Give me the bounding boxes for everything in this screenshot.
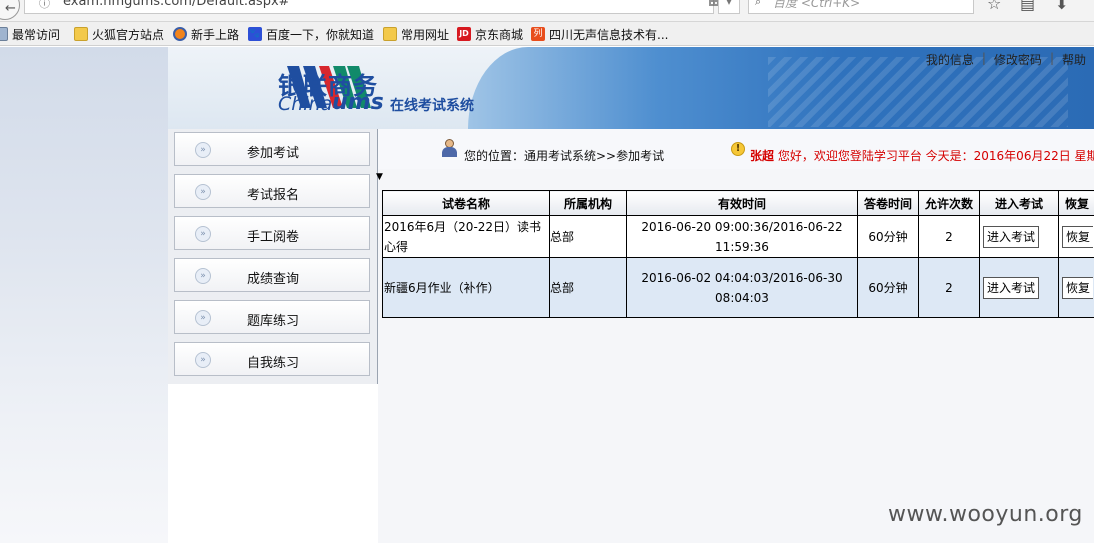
- jd-icon: JD: [457, 27, 471, 41]
- col-header-duration: 答卷时间: [857, 190, 919, 216]
- cell-restore: 恢复: [1058, 215, 1094, 258]
- col-header-valid-time: 有效时间: [626, 190, 858, 216]
- search-icon: ⌕: [755, 0, 762, 8]
- sidebar-item-label: 考试报名: [246, 188, 299, 203]
- enter-exam-button[interactable]: 进入考试: [983, 225, 1040, 248]
- sidebar-item-exam-registration[interactable]: » 考试报名: [174, 174, 370, 208]
- restore-button[interactable]: 恢复: [1062, 225, 1094, 248]
- user-icon: [441, 139, 457, 157]
- cell-valid-time: 2016-06-02 04:04:03/2016-06-30 08:04:03: [626, 257, 858, 318]
- cell-attempts: 2: [918, 257, 980, 318]
- col-header-restore: 恢复: [1058, 190, 1094, 216]
- cell-org: 总部: [549, 257, 627, 318]
- link-change-password[interactable]: 修改密码: [986, 51, 1050, 68]
- download-icon[interactable]: ⬇: [1055, 0, 1068, 13]
- cell-org: 总部: [549, 215, 627, 258]
- sidebar-item-label: 手工阅卷: [246, 230, 299, 245]
- reading-list-icon[interactable]: ▤: [1020, 0, 1035, 13]
- restore-button[interactable]: 恢复: [1062, 276, 1094, 299]
- cell-duration: 60分钟: [857, 215, 919, 258]
- cell-enter: 进入考试: [979, 257, 1059, 318]
- breadcrumb: 您的位置：通用考试系统>>参加考试: [464, 149, 665, 163]
- bookmark-sichuan[interactable]: 列 四川无声信息技术有...: [531, 26, 668, 42]
- address-bar[interactable]: ⓘ exam.nmgums.com/Default.aspx#: [24, 0, 721, 14]
- bookmark-baidu[interactable]: 🐾 百度一下，你就知道: [248, 26, 374, 42]
- col-header-attempts: 允许次数: [918, 190, 980, 216]
- sc-icon: 列: [531, 27, 545, 41]
- bookmark-label: 京东商城: [475, 27, 524, 42]
- sidebar-item-label: 参加考试: [246, 146, 299, 161]
- welcome-text: 您好，欢迎您登陆学习平台 今天是：2016年06月22日 星期三: [774, 149, 1094, 163]
- table-row: 新疆6月作业（补作） 总部 2016-06-02 04:04:03/2016-0…: [382, 257, 1094, 318]
- folder-icon: [74, 27, 88, 41]
- sidebar-item-label: 成绩查询: [246, 272, 299, 287]
- url-text: exam.nmgums.com/Default.aspx#: [63, 0, 290, 9]
- bookmark-label: 火狐官方站点: [92, 27, 165, 42]
- bookmark-common-sites[interactable]: 常用网址: [383, 26, 449, 42]
- col-header-org: 所属机构: [549, 190, 627, 216]
- cell-duration: 60分钟: [857, 257, 919, 318]
- welcome-message: 张超 您好，欢迎您登陆学习平台 今天是：2016年06月22日 星期三: [750, 147, 1094, 164]
- bookmark-firefox-site[interactable]: 火狐官方站点: [74, 26, 164, 42]
- most-visited-icon: [0, 27, 8, 41]
- bookmark-label: 最常访问: [12, 27, 61, 42]
- baidu-icon: 🐾: [248, 27, 262, 41]
- sidebar-item-self-practice[interactable]: » 自我练习: [174, 342, 370, 376]
- logo-subtitle: 在线考试系统: [390, 98, 474, 114]
- bookmark-label: 百度一下，你就知道: [266, 27, 375, 42]
- cell-enter: 进入考试: [979, 215, 1059, 258]
- logo-china-text: China: [278, 93, 333, 115]
- search-placeholder: 百度 <Ctrl+K>: [773, 0, 861, 10]
- sidebar-item-score-query[interactable]: » 成绩查询: [174, 258, 370, 292]
- sidebar-menu: » 参加考试 » 考试报名 » 手工阅卷 » 成绩查询 » 题库练习 » 自我练…: [168, 129, 378, 384]
- enter-exam-button[interactable]: 进入考试: [983, 276, 1040, 299]
- notice-icon: !: [731, 142, 745, 156]
- bookmark-label: 四川无声信息技术有...: [549, 27, 669, 42]
- bookmarks-toolbar: 最常访问 火狐官方站点 新手上路 🐾 百度一下，你就知道 常用网址 JD 京东商…: [0, 22, 1094, 46]
- table-row: 2016年6月（20-22日）读书心得 总部 2016-06-20 09:00:…: [382, 215, 1094, 258]
- folder-icon: [383, 27, 397, 41]
- table-header-row: 试卷名称 所属机构 有效时间 答卷时间 允许次数 进入考试 恢复: [382, 190, 1094, 216]
- cell-exam-name: 2016年6月（20-22日）读书心得: [382, 215, 550, 258]
- logo-ums-text: ums: [332, 90, 384, 115]
- marker-icon: ▼: [376, 172, 383, 182]
- bookmark-getting-started[interactable]: 新手上路: [173, 26, 239, 42]
- col-header-exam-name: 试卷名称: [382, 190, 550, 216]
- bookmark-most-visited[interactable]: 最常访问: [0, 26, 60, 42]
- watermark: www.wooyun.org: [888, 502, 1083, 527]
- cell-restore: 恢复: [1058, 257, 1094, 318]
- link-my-info[interactable]: 我的信息: [918, 51, 982, 68]
- firefox-icon: [173, 27, 187, 41]
- url-dropdown-button[interactable]: ▾: [718, 0, 740, 14]
- sidebar-item-manual-grading[interactable]: » 手工阅卷: [174, 216, 370, 250]
- cell-valid-time: 2016-06-20 09:00:36/2016-06-22 11:59:36: [626, 215, 858, 258]
- browser-toolbar: ← ⓘ exam.nmgums.com/Default.aspx# ▾ ⌕ 百度…: [0, 0, 1094, 22]
- col-header-enter-exam: 进入考试: [979, 190, 1059, 216]
- sidebar-item-join-exam[interactable]: » 参加考试: [174, 132, 370, 166]
- bookmark-label: 新手上路: [191, 27, 240, 42]
- top-links: 我的信息 | 修改密码 | 帮助: [918, 51, 1094, 68]
- bookmark-jd[interactable]: JD 京东商城: [457, 26, 523, 42]
- site-info-icon[interactable]: ⓘ: [39, 0, 50, 11]
- bookmark-star-icon[interactable]: ☆: [987, 0, 1001, 13]
- user-name: 张超: [750, 149, 775, 163]
- exam-table: 试卷名称 所属机构 有效时间 答卷时间 允许次数 进入考试 恢复 2016年6月…: [382, 190, 1094, 318]
- cell-attempts: 2: [918, 215, 980, 258]
- bookmark-label: 常用网址: [401, 27, 450, 42]
- back-button[interactable]: ←: [0, 0, 20, 20]
- sidebar-item-label: 题库练习: [246, 314, 299, 329]
- search-input[interactable]: ⌕ 百度 <Ctrl+K>: [748, 0, 974, 14]
- back-arrow-icon: ←: [5, 1, 16, 16]
- sidebar-item-question-bank[interactable]: » 题库练习: [174, 300, 370, 334]
- sidebar-item-label: 自我练习: [246, 356, 299, 371]
- page-background: [0, 47, 168, 543]
- cell-exam-name: 新疆6月作业（补作）: [382, 257, 550, 318]
- link-help[interactable]: 帮助: [1054, 51, 1094, 68]
